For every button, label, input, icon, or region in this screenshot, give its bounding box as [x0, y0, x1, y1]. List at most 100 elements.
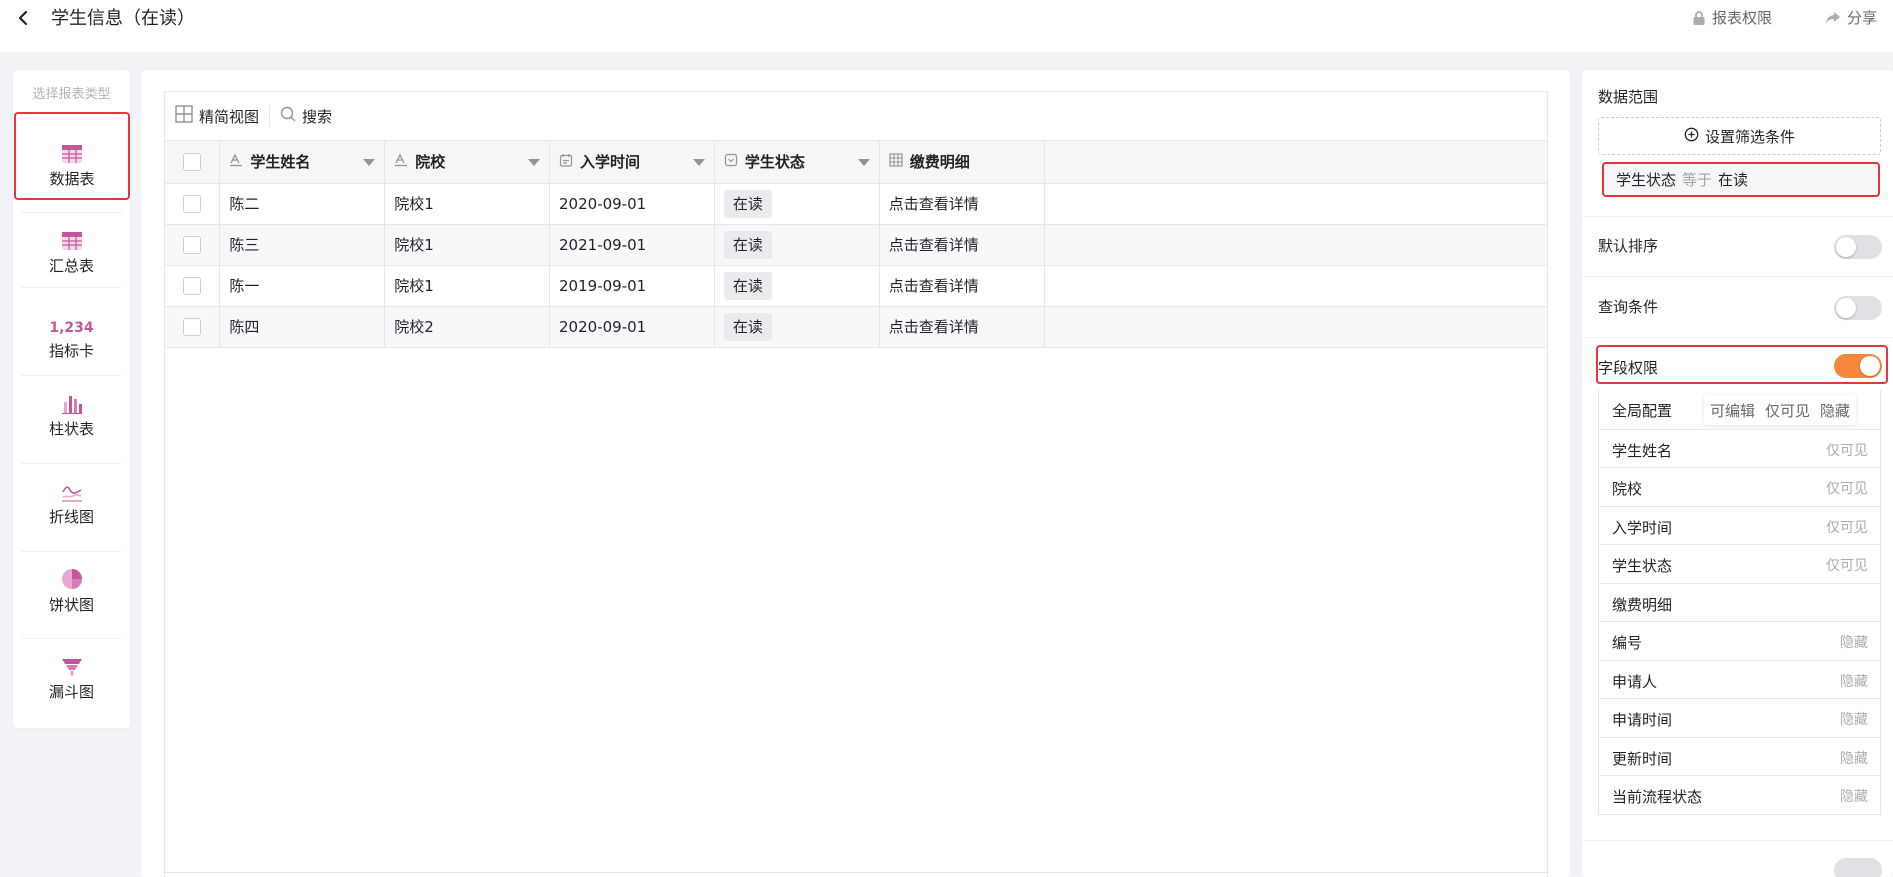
add-filter-label: 设置筛选条件 — [1704, 127, 1795, 146]
chevron-down-icon[interactable] — [363, 158, 376, 166]
row-checkbox[interactable] — [183, 276, 202, 295]
cell-payment-detail[interactable]: 点击查看详情 — [879, 224, 1045, 266]
divider — [21, 463, 122, 464]
cell-date: 2019-09-01 — [549, 265, 715, 307]
cell-date: 2020-09-01 — [549, 306, 715, 348]
cell-payment-detail[interactable]: 点击查看详情 — [879, 306, 1045, 348]
row-checkbox[interactable] — [183, 194, 202, 213]
report-type-funnel-chart[interactable]: 漏斗图 — [13, 651, 130, 721]
plus-circle-icon — [1684, 127, 1699, 146]
column-header-status[interactable]: 学生状态 — [714, 141, 880, 184]
field-permission-row: 学生姓名 仅可见 — [1599, 428, 1880, 468]
field-name: 申请时间 — [1612, 711, 1673, 729]
field-permission-value[interactable]: 仅可见 — [1826, 440, 1868, 460]
global-config-row: 全局配置 可编辑 仅可见 隐藏 — [1599, 390, 1880, 429]
share-button[interactable]: 分享 — [1825, 7, 1877, 29]
report-type-label: 数据表 — [49, 170, 95, 188]
column-header-enroll-date[interactable]: 入学时间 — [549, 141, 715, 184]
field-permission-value[interactable]: 隐藏 — [1840, 709, 1868, 729]
compact-view-button[interactable]: 精简视图 — [175, 105, 259, 127]
option-hidden[interactable]: 隐藏 — [1820, 400, 1850, 421]
filter-operator: 等于 — [1682, 171, 1713, 189]
table-row[interactable]: 陈四 院校2 2020-09-01 在读 点击查看详情 — [165, 306, 1547, 348]
table-row[interactable]: 陈二 院校1 2020-09-01 在读 点击查看详情 — [165, 183, 1547, 225]
line-chart-icon — [13, 476, 130, 502]
toolbar-divider — [269, 105, 271, 127]
report-type-label: 折线图 — [48, 508, 94, 526]
divider — [1582, 216, 1893, 217]
report-type-bar-chart[interactable]: 柱状表 — [13, 388, 130, 458]
column-label: 入学时间 — [580, 153, 641, 172]
table-row[interactable]: 陈三 院校1 2021-09-01 在读 点击查看详情 — [165, 224, 1547, 266]
column-label: 学生状态 — [744, 153, 805, 172]
view-detail-link[interactable]: 点击查看详情 — [889, 318, 979, 336]
report-permission-label: 报表权限 — [1712, 9, 1773, 27]
cell-payment-detail[interactable]: 点击查看详情 — [879, 183, 1045, 225]
report-settings-panel: 数据范围 设置筛选条件 学生状态 等于 在读 默认排序 查询条件 字段权限 全局… — [1582, 70, 1893, 877]
field-permission-value[interactable]: 隐藏 — [1840, 671, 1868, 691]
chevron-down-icon[interactable] — [692, 158, 705, 166]
view-detail-link[interactable]: 点击查看详情 — [889, 195, 979, 213]
cell-date: 2020-09-01 — [549, 183, 715, 225]
bottom-setting-toggle[interactable] — [1834, 858, 1882, 877]
field-permission-value[interactable]: 隐藏 — [1840, 786, 1868, 806]
text-field-icon — [229, 153, 243, 171]
select-field-icon — [724, 153, 738, 171]
report-type-data-table[interactable]: 数据表 — [14, 112, 130, 200]
field-permission-row: 学生状态 仅可见 — [1599, 544, 1880, 583]
cell-name: 陈三 — [219, 224, 386, 266]
column-header-payment[interactable]: 缴费明细 — [879, 141, 1045, 184]
cell-payment-detail[interactable]: 点击查看详情 — [879, 265, 1045, 307]
cell-school: 院校1 — [384, 183, 551, 225]
field-name: 学生姓名 — [1612, 441, 1673, 460]
field-permission-value[interactable]: 仅可见 — [1826, 555, 1868, 575]
option-editable[interactable]: 可编辑 — [1710, 400, 1755, 421]
field-permission-row: 申请人 隐藏 — [1599, 659, 1880, 699]
column-header-name[interactable]: 学生姓名 — [219, 141, 386, 184]
chevron-left-icon[interactable] — [14, 6, 34, 32]
filter-condition-chip[interactable]: 学生状态 等于 在读 — [1602, 162, 1880, 197]
cell-status: 在读 — [714, 224, 880, 266]
cell-status: 在读 — [714, 306, 880, 348]
field-permission-row: 编号 隐藏 — [1599, 621, 1880, 660]
view-detail-link[interactable]: 点击查看详情 — [889, 277, 979, 295]
view-detail-link[interactable]: 点击查看详情 — [889, 236, 979, 254]
report-type-summary-table[interactable]: 汇总表 — [13, 225, 130, 295]
metric-card-icon: 1,234 — [13, 312, 130, 336]
select-all-checkbox[interactable] — [183, 153, 202, 171]
default-sort-toggle[interactable] — [1834, 235, 1882, 259]
report-type-label: 柱状表 — [48, 420, 94, 438]
status-badge: 在读 — [723, 230, 772, 259]
cell-date: 2021-09-01 — [549, 224, 715, 266]
column-header-school[interactable]: 院校 — [384, 141, 551, 184]
chevron-down-icon[interactable] — [857, 158, 870, 166]
report-type-line-chart[interactable]: 折线图 — [13, 476, 130, 546]
table-row[interactable]: 陈一 院校1 2019-09-01 在读 点击查看详情 — [165, 265, 1547, 307]
field-permission-value[interactable]: 隐藏 — [1840, 632, 1868, 652]
chevron-down-icon[interactable] — [528, 158, 541, 166]
filter-field: 学生状态 — [1616, 171, 1677, 189]
field-permission-value[interactable]: 仅可见 — [1826, 478, 1868, 498]
field-name: 申请人 — [1612, 672, 1658, 691]
field-name: 更新时间 — [1612, 749, 1673, 768]
cell-school: 院校2 — [384, 306, 551, 348]
row-checkbox[interactable] — [183, 317, 202, 336]
metric-card-icon-text: 1,234 — [49, 320, 94, 336]
report-type-pie-chart[interactable]: 饼状图 — [13, 564, 130, 634]
calendar-icon — [559, 153, 573, 171]
row-checkbox[interactable] — [183, 235, 202, 254]
field-permission-value[interactable]: 仅可见 — [1826, 517, 1868, 537]
page-title: 学生信息（在读） — [51, 8, 195, 29]
field-permission-value[interactable]: 隐藏 — [1840, 748, 1868, 768]
query-condition-toggle[interactable] — [1834, 296, 1882, 320]
compact-view-label: 精简视图 — [199, 107, 260, 126]
report-type-metric-card[interactable]: 1,234 指标卡 — [13, 312, 130, 382]
search-button[interactable]: 搜索 — [280, 106, 332, 127]
funnel-chart-icon — [13, 651, 130, 677]
add-filter-button[interactable]: 设置筛选条件 — [1598, 117, 1881, 155]
top-header: 学生信息（在读） 报表权限 分享 — [0, 0, 1893, 52]
field-permission-toggle[interactable] — [1834, 354, 1882, 378]
option-view-only[interactable]: 仅可见 — [1765, 400, 1810, 421]
field-name: 当前流程状态 — [1612, 788, 1703, 806]
report-permission-button[interactable]: 报表权限 — [1692, 7, 1772, 29]
